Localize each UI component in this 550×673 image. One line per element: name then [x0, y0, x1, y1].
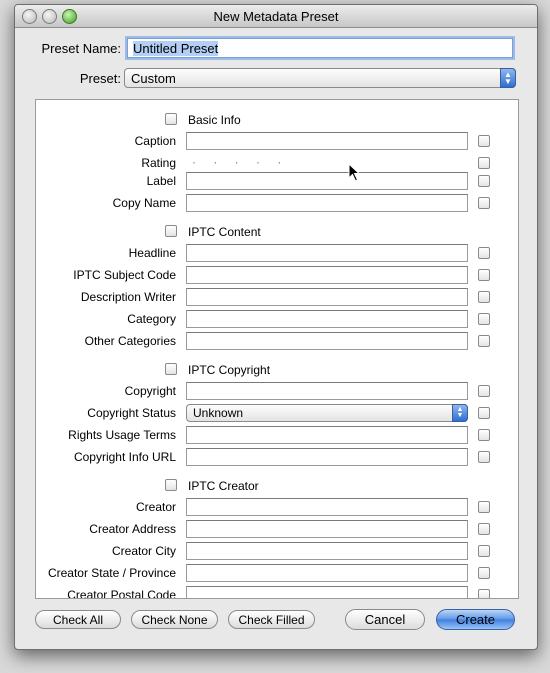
text-field[interactable] [186, 498, 468, 516]
rating-stars[interactable]: · · · · · [192, 155, 288, 169]
select-value: Unknown [193, 406, 244, 420]
field-label: Creator [135, 500, 176, 514]
metadata-fields-panel[interactable]: Basic Info Caption Rating · · · · · Label Cop… [35, 99, 519, 599]
field-checkbox[interactable] [478, 451, 490, 463]
field-label: Other Categories [84, 334, 176, 348]
preset-name-input[interactable]: Untitled Preset [127, 38, 513, 58]
field-label: Caption [134, 134, 176, 148]
section-title: IPTC Content [188, 225, 261, 239]
text-field[interactable] [186, 310, 468, 328]
preset-name-value: Untitled Preset [133, 41, 219, 56]
field-label: Description Writer [80, 290, 176, 304]
field-checkbox[interactable] [478, 269, 490, 281]
text-field[interactable] [186, 564, 468, 582]
field-label: Creator Postal Code [67, 588, 176, 599]
field-label: Rating [141, 156, 176, 170]
field-checkbox[interactable] [478, 335, 490, 347]
text-field[interactable] [186, 586, 468, 598]
section-checkbox[interactable] [165, 363, 177, 375]
section-checkbox[interactable] [165, 113, 177, 125]
field-checkbox[interactable] [478, 247, 490, 259]
preset-select[interactable]: Custom ▲ ▼ [124, 68, 516, 88]
field-label: Label [146, 174, 176, 188]
field-checkbox[interactable] [478, 429, 490, 441]
text-field[interactable] [186, 194, 468, 212]
title-bar: New Metadata Preset [15, 5, 537, 28]
new-metadata-preset-dialog: New Metadata Preset Preset Name: Untitle… [14, 4, 538, 650]
section-title: IPTC Copyright [188, 363, 271, 377]
field-checkbox[interactable] [478, 313, 490, 325]
field-label: Rights Usage Terms [68, 428, 176, 442]
field-checkbox[interactable] [478, 589, 490, 598]
field-label: Category [127, 312, 176, 326]
section-title: Basic Info [188, 113, 241, 127]
text-field[interactable] [186, 382, 468, 400]
dialog-title: New Metadata Preset [213, 9, 339, 24]
field-checkbox[interactable] [478, 291, 490, 303]
preset-select-value: Custom [131, 71, 176, 86]
field-label: Copyright Info URL [73, 450, 176, 464]
field-checkbox[interactable] [478, 157, 490, 169]
copyright-status-select[interactable]: Unknown ▲ ▼ [186, 404, 468, 422]
field-label: Copyright [124, 384, 176, 398]
field-checkbox[interactable] [478, 197, 490, 209]
chevron-updown-icon: ▲ ▼ [452, 404, 468, 422]
text-field[interactable] [186, 266, 468, 284]
section-title: IPTC Creator [188, 479, 259, 493]
text-field[interactable] [186, 132, 468, 150]
cancel-button[interactable]: Cancel [345, 609, 425, 630]
field-label: Creator Address [89, 522, 176, 536]
field-label: Creator City [111, 544, 176, 558]
preset-name-label: Preset Name: [41, 41, 121, 56]
mouse-pointer-icon [348, 163, 361, 182]
field-label: Headline [128, 246, 176, 260]
section-checkbox[interactable] [165, 225, 177, 237]
check-none-button[interactable]: Check None [131, 610, 218, 629]
field-checkbox[interactable] [478, 567, 490, 579]
field-label: IPTC Subject Code [73, 268, 176, 282]
text-field[interactable] [186, 244, 468, 262]
chevron-updown-icon: ▲ ▼ [500, 68, 516, 88]
field-label: Copy Name [112, 196, 176, 210]
field-checkbox[interactable] [478, 523, 490, 535]
text-field[interactable] [186, 426, 468, 444]
text-field[interactable] [186, 448, 468, 466]
preset-label: Preset: [79, 71, 121, 86]
section-checkbox[interactable] [165, 479, 177, 491]
text-field[interactable] [186, 172, 468, 190]
text-field[interactable] [186, 288, 468, 306]
field-checkbox[interactable] [478, 501, 490, 513]
check-all-button[interactable]: Check All [35, 610, 121, 629]
field-checkbox[interactable] [478, 407, 490, 419]
field-label: Copyright Status [87, 406, 176, 420]
text-field[interactable] [186, 520, 468, 538]
text-field[interactable] [186, 542, 468, 560]
field-label: Creator State / Province [47, 566, 176, 580]
field-checkbox[interactable] [478, 175, 490, 187]
text-field[interactable] [186, 332, 468, 350]
field-checkbox[interactable] [478, 135, 490, 147]
field-checkbox[interactable] [478, 385, 490, 397]
field-checkbox[interactable] [478, 545, 490, 557]
create-button[interactable]: Create [436, 609, 515, 630]
check-filled-button[interactable]: Check Filled [228, 610, 315, 629]
